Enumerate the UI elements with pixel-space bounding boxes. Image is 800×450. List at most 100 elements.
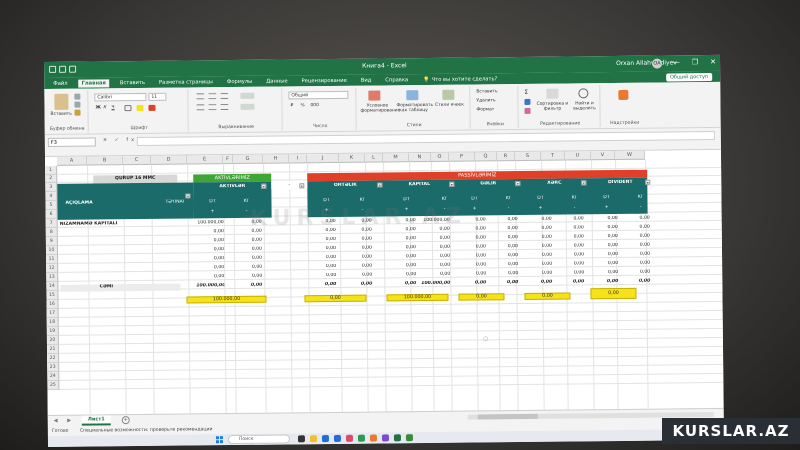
total-cell[interactable]: 0,00 bbox=[490, 280, 518, 285]
data-cell[interactable]: 0,00 bbox=[196, 247, 224, 252]
column-header[interactable]: P bbox=[448, 152, 476, 162]
row-header[interactable]: 4 bbox=[45, 191, 58, 201]
filter-dropdown-icon[interactable]: ▾ bbox=[185, 193, 191, 199]
row-header[interactable]: 1 bbox=[45, 165, 58, 175]
column-header[interactable]: M bbox=[382, 153, 410, 163]
kt-header[interactable]: KT bbox=[493, 196, 523, 201]
app-icon[interactable] bbox=[369, 434, 377, 442]
data-cell[interactable]: 0,00 bbox=[590, 261, 618, 266]
data-cell[interactable]: 0,00 bbox=[524, 244, 552, 249]
aciqlama-header[interactable]: AÇIQLAMA bbox=[65, 200, 125, 205]
data-cell[interactable]: 0,00 bbox=[556, 261, 584, 266]
nizamname-label[interactable]: NİZAMNAMƏ KAPİTALI bbox=[60, 221, 140, 227]
borders-icon[interactable] bbox=[124, 105, 132, 112]
conditional-formatting-button[interactable]: Условное форматирование bbox=[360, 103, 401, 113]
conditional-formatting-icon[interactable] bbox=[368, 90, 381, 101]
data-cell[interactable]: 0,00 bbox=[308, 237, 336, 242]
whatsapp-icon[interactable] bbox=[405, 434, 413, 442]
data-cell[interactable]: 0,00 bbox=[308, 246, 336, 251]
data-cell[interactable]: 0,00 bbox=[556, 270, 584, 275]
dt-header[interactable]: DT bbox=[391, 197, 421, 202]
taskbar-search[interactable]: Поиск bbox=[227, 434, 291, 445]
restore-button[interactable]: ❐ bbox=[692, 58, 698, 66]
column-header[interactable]: E bbox=[186, 155, 224, 165]
data-cell[interactable]: 0,00 bbox=[622, 261, 650, 266]
data-cell[interactable]: 0,00 bbox=[196, 238, 224, 243]
save-icon[interactable] bbox=[49, 65, 57, 73]
share-button[interactable]: Общий доступ bbox=[665, 72, 713, 81]
find-select-button[interactable]: Найти и выделить bbox=[570, 101, 598, 111]
number-format-select[interactable]: Общий bbox=[288, 90, 349, 100]
data-cell[interactable]: 0,00 bbox=[622, 243, 650, 248]
data-cell[interactable]: 0,00 bbox=[590, 270, 618, 275]
percent-button[interactable]: % bbox=[300, 103, 304, 108]
data-cell[interactable]: 0,00 bbox=[590, 243, 618, 248]
column-header[interactable]: A bbox=[56, 156, 88, 166]
kt-header[interactable]: KT bbox=[347, 198, 377, 203]
font-color-icon[interactable] bbox=[148, 104, 156, 111]
kt-header[interactable]: KT bbox=[625, 195, 655, 200]
thousands-separator-button[interactable]: 000 bbox=[310, 103, 318, 108]
data-cell[interactable]: 0,00 bbox=[622, 252, 650, 257]
data-cell[interactable]: 0,00 bbox=[524, 253, 552, 258]
data-cell[interactable]: 0,00 bbox=[234, 274, 262, 279]
data-cell[interactable]: 0,00 bbox=[556, 243, 584, 248]
column-header[interactable]: R bbox=[496, 152, 516, 162]
filter-dropdown-icon[interactable]: ▾ bbox=[515, 181, 521, 187]
data-cell[interactable]: 0,00 bbox=[458, 253, 486, 258]
column-header[interactable]: D bbox=[150, 155, 188, 165]
name-box[interactable]: F3 bbox=[47, 137, 96, 147]
tab-data[interactable]: Данные bbox=[263, 77, 290, 85]
balance-xerc[interactable]: 0,00 bbox=[524, 292, 571, 300]
teams-icon[interactable] bbox=[381, 434, 389, 442]
data-cell[interactable]: 0,00 bbox=[556, 234, 584, 239]
row-header[interactable]: 24 bbox=[47, 371, 60, 381]
kt-header[interactable]: KT bbox=[231, 199, 261, 204]
data-cell[interactable]: 0,00 bbox=[344, 246, 372, 251]
total-cell[interactable]: 0,00 bbox=[590, 279, 618, 284]
paste-label[interactable]: Вставить bbox=[51, 112, 72, 117]
formula-controls[interactable]: ✕ ✓ fx bbox=[103, 137, 137, 143]
paste-icon[interactable] bbox=[54, 93, 69, 110]
filter-dropdown-icon[interactable]: ▾ bbox=[377, 182, 383, 188]
dt-header[interactable]: DT bbox=[525, 196, 555, 201]
insert-cells-button[interactable]: Вставить bbox=[476, 89, 497, 94]
row-header[interactable]: 5 bbox=[45, 200, 58, 210]
data-cell[interactable]: 0,00 bbox=[418, 254, 450, 259]
row-header[interactable]: 2 bbox=[45, 174, 58, 183]
column-header[interactable]: Q bbox=[474, 152, 498, 162]
find-select-icon[interactable] bbox=[578, 88, 589, 99]
row-header[interactable]: 12 bbox=[46, 263, 59, 273]
italic-button[interactable]: К bbox=[103, 105, 106, 110]
data-cell[interactable]: 100.000,00 bbox=[196, 220, 223, 225]
data-cell[interactable]: 0,00 bbox=[524, 271, 552, 276]
data-cell[interactable]: 0,00 bbox=[524, 262, 552, 267]
add-sheet-button[interactable]: + bbox=[121, 416, 130, 425]
cell-styles-button[interactable]: Стили ячеек bbox=[434, 103, 464, 108]
data-cell[interactable]: 0,00 bbox=[556, 252, 584, 257]
row-header[interactable]: 9 bbox=[45, 236, 58, 246]
divident-header[interactable]: DİVİDENT bbox=[589, 180, 651, 186]
filter-dropdown-icon[interactable]: ▾ bbox=[261, 183, 267, 189]
align-center-icon[interactable] bbox=[208, 104, 217, 111]
worksheet-grid[interactable]: ABCDEFGHIJKLMNOPQRSTUVW 1 2 3 4 5 6 7 8 9 10 11 12 1… bbox=[44, 149, 724, 415]
data-cell[interactable]: 0,00 bbox=[458, 262, 486, 267]
total-cell[interactable]: 0,00 bbox=[234, 283, 262, 288]
format-painter-icon[interactable] bbox=[74, 109, 81, 116]
xerc-header[interactable]: XƏRC bbox=[523, 180, 585, 186]
data-cell[interactable]: 0,00 bbox=[590, 234, 618, 239]
data-cell[interactable]: 0,00 bbox=[388, 263, 416, 268]
formula-input[interactable] bbox=[136, 130, 715, 147]
gelir-header[interactable]: GƏLİR bbox=[457, 181, 519, 187]
column-header[interactable]: C bbox=[122, 155, 152, 166]
data-cell[interactable]: 0,00 bbox=[196, 274, 224, 279]
balance-gelir[interactable]: 0,00 bbox=[458, 293, 505, 301]
data-cell[interactable]: 0,00 bbox=[308, 255, 336, 260]
file-explorer-icon[interactable] bbox=[309, 435, 317, 443]
data-cell[interactable]: 0,00 bbox=[196, 256, 224, 261]
data-cell[interactable]: 0,00 bbox=[622, 270, 650, 275]
edge-icon[interactable] bbox=[321, 435, 329, 443]
data-cell[interactable]: 0,00 bbox=[556, 225, 584, 230]
row-header[interactable]: 23 bbox=[47, 362, 60, 372]
data-cell[interactable]: 0,00 bbox=[490, 217, 517, 222]
